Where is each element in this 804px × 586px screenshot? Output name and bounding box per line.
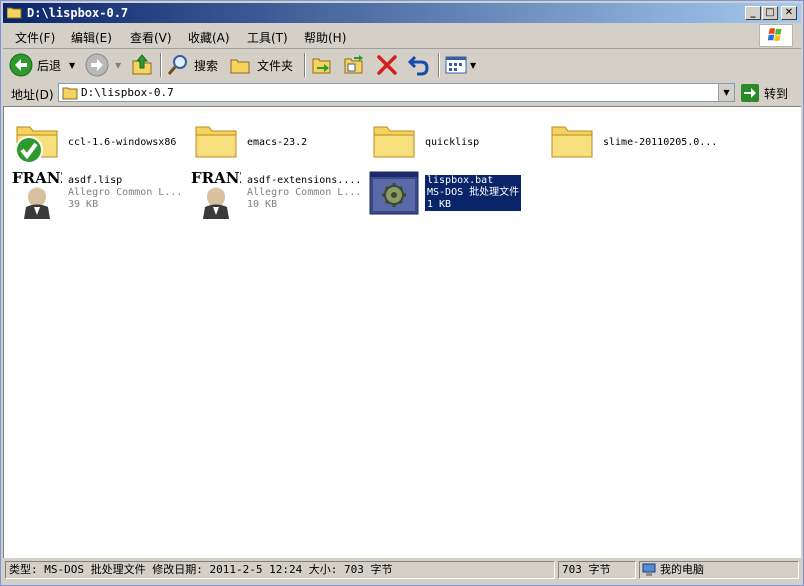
status-bar: 类型: MS-DOS 批处理文件 修改日期: 2011-2-5 12:24 大小… [3, 559, 801, 581]
file-item-asdf-lisp[interactable]: FRANZ asdf.lisp Allegro Common L... 39 K… [12, 169, 182, 219]
explorer-window: D:\lispbox-0.7 _ □ ✕ 文件(F) 编辑(E) 查看(V) 收… [0, 0, 804, 586]
status-size: 703 字节 [558, 561, 636, 579]
file-name: quicklisp [425, 137, 480, 148]
file-name: ccl-1.6-windowsx86 [68, 137, 177, 148]
file-item-slime[interactable]: slime-20110205.0... [547, 117, 727, 167]
title-bar[interactable]: D:\lispbox-0.7 _ □ ✕ [3, 3, 801, 23]
file-size: 1 KB [427, 199, 452, 210]
svg-text:FRANZ: FRANZ [12, 169, 62, 187]
go-button[interactable]: 转到 [741, 83, 788, 103]
go-arrow-icon [741, 84, 759, 102]
file-name: slime-20110205.0... [603, 137, 718, 148]
franz-lisp-icon: FRANZ [191, 169, 241, 219]
address-input[interactable]: D:\lispbox-0.7 ▼ [58, 83, 735, 102]
forward-dropdown-icon[interactable]: ▼ [115, 61, 121, 70]
file-type: Allegro Common L... [247, 187, 362, 198]
delete-x-icon [377, 55, 397, 75]
folder-icon [7, 7, 22, 19]
address-bar: 地址(D) D:\lispbox-0.7 ▼ 转到 [3, 81, 801, 105]
search-icon [167, 55, 187, 75]
file-name: emacs-23.2 [247, 137, 308, 148]
undo-button[interactable] [407, 53, 431, 77]
views-dropdown-icon[interactable]: ▼ [470, 61, 476, 70]
file-list[interactable]: ccl-1.6-windowsx86 emacs-23.2 quicklisp [3, 106, 801, 558]
status-zone-label: 我的电脑 [660, 563, 704, 576]
my-computer-icon [642, 563, 656, 576]
file-item-ccl[interactable]: ccl-1.6-windowsx86 [12, 117, 182, 167]
menu-tools[interactable]: 工具(T) [247, 29, 288, 46]
minimize-button[interactable]: _ [745, 6, 761, 20]
menu-help[interactable]: 帮助(H) [304, 29, 346, 46]
address-value: D:\lispbox-0.7 [81, 86, 174, 99]
svg-text:FRANZ: FRANZ [191, 169, 241, 187]
menu-favorites[interactable]: 收藏(A) [188, 29, 230, 46]
address-label: 地址(D) [11, 88, 54, 102]
toolbar-separator [160, 53, 162, 77]
move-to-icon [312, 58, 331, 74]
file-size: 10 KB [247, 199, 278, 210]
folders-label: 文件夹 [257, 58, 294, 73]
views-button[interactable]: ▼ [444, 53, 476, 77]
move-to-button[interactable] [310, 53, 334, 77]
folder-icon [551, 126, 593, 158]
window-title: D:\lispbox-0.7 [27, 6, 129, 20]
forward-button[interactable]: ▼ [85, 53, 121, 77]
up-button[interactable] [130, 53, 154, 77]
file-type: MS-DOS 批处理文件 [427, 187, 520, 198]
file-item-asdf-extensions[interactable]: FRANZ asdf-extensions.... Allegro Common… [191, 169, 361, 219]
go-label: 转到 [764, 86, 789, 101]
folder-icon [62, 87, 78, 100]
file-item-lispbox-bat[interactable]: lispbox.bat MS-DOS 批处理文件 1 KB [369, 169, 539, 219]
menu-edit[interactable]: 编辑(E) [71, 29, 112, 46]
folder-icon [373, 126, 415, 158]
copy-to-icon [344, 55, 363, 74]
address-dropdown-icon[interactable]: ▼ [718, 84, 734, 101]
menu-bar: 文件(F) 编辑(E) 查看(V) 收藏(A) 工具(T) 帮助(H) [3, 24, 801, 49]
franz-lisp-icon: FRANZ [12, 169, 62, 219]
folder-icon [195, 126, 237, 158]
folders-icon [230, 59, 250, 74]
windows-logo-icon [759, 24, 793, 47]
close-button[interactable]: ✕ [781, 6, 797, 20]
file-item-emacs[interactable]: emacs-23.2 [191, 117, 361, 167]
file-name: asdf-extensions.... [247, 175, 362, 186]
back-arrow-icon [9, 53, 33, 77]
back-dropdown-icon[interactable]: ▼ [69, 61, 75, 70]
file-details: asdf.lisp Allegro Common L... 39 KB [68, 175, 182, 211]
toolbar-separator [304, 53, 306, 77]
status-zone: 我的电脑 [639, 561, 799, 579]
menu-file[interactable]: 文件(F) [15, 29, 55, 46]
copy-to-button[interactable] [342, 53, 366, 77]
file-name: asdf.lisp [68, 175, 123, 186]
undo-icon [407, 55, 429, 76]
back-button[interactable]: 后退 ▼ [9, 53, 75, 77]
toolbar-separator [438, 53, 440, 77]
menu-view[interactable]: 查看(V) [130, 29, 172, 46]
delete-button[interactable] [375, 53, 399, 77]
file-item-quicklisp[interactable]: quicklisp [369, 117, 539, 167]
toolbar: 后退 ▼ ▼ 搜索 文件夹 ▼ [3, 49, 801, 82]
batch-file-icon [369, 171, 419, 215]
maximize-button[interactable]: □ [762, 6, 778, 20]
file-name: lispbox.bat [427, 175, 494, 186]
forward-arrow-icon [85, 53, 109, 77]
file-size: 39 KB [68, 199, 99, 210]
search-label: 搜索 [194, 58, 219, 73]
back-label: 后退 [37, 58, 62, 73]
folders-button[interactable]: 文件夹 [229, 53, 293, 77]
search-button[interactable]: 搜索 [166, 53, 218, 77]
up-folder-icon [132, 54, 152, 75]
folder-icon [15, 126, 58, 164]
status-info: 类型: MS-DOS 批处理文件 修改日期: 2011-2-5 12:24 大小… [5, 561, 555, 579]
views-icon [445, 56, 467, 74]
file-details: lispbox.bat MS-DOS 批处理文件 1 KB [425, 175, 522, 211]
file-details: asdf-extensions.... Allegro Common L... … [247, 175, 361, 211]
file-type: Allegro Common L... [68, 187, 183, 198]
